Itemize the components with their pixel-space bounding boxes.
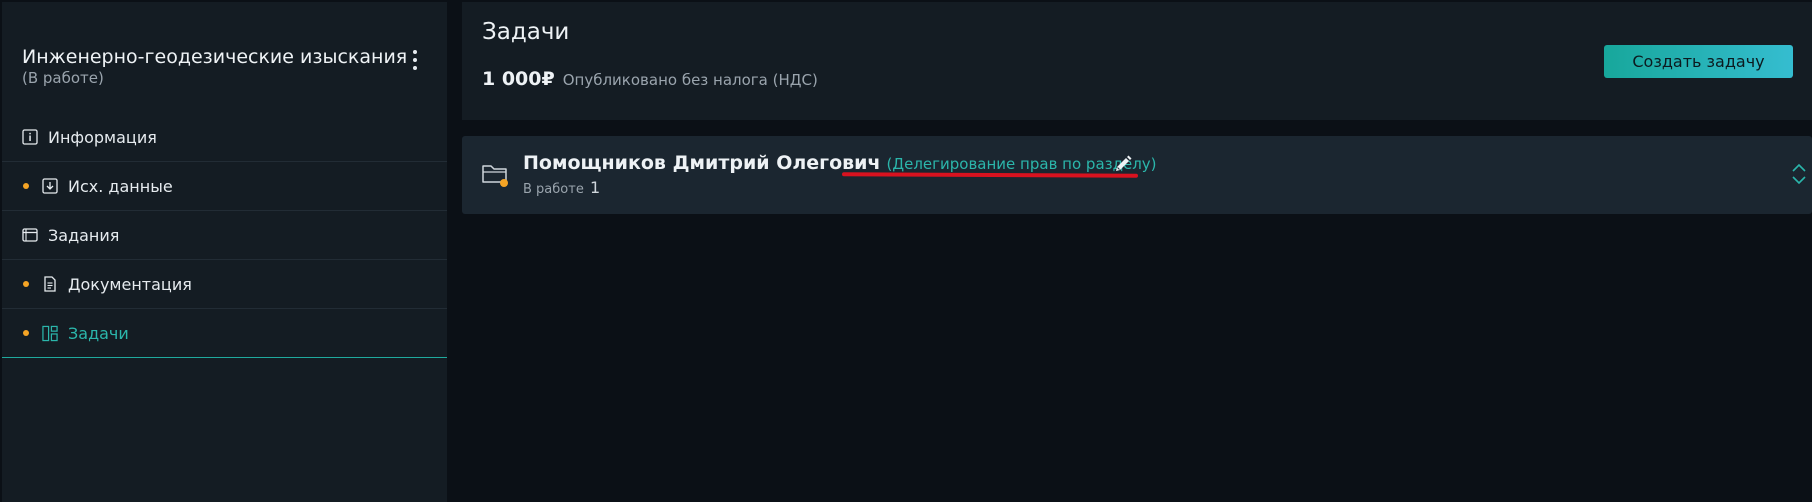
info-icon (22, 129, 38, 145)
dashboard-icon (42, 325, 58, 341)
status-dot (500, 179, 508, 187)
window-icon (22, 227, 38, 243)
sidebar-item-info[interactable]: Информация (2, 113, 447, 162)
sidebar-item-label: Информация (48, 127, 157, 147)
sidebar-item-tasks[interactable]: Задачи (2, 309, 447, 358)
sidebar-item-label: Документация (68, 274, 192, 294)
document-icon (42, 276, 58, 292)
project-status: (В работе) (22, 69, 104, 87)
more-menu-icon[interactable] (406, 48, 424, 72)
edit-pencil-icon[interactable] (1113, 154, 1133, 174)
task-title-row: Помощников Дмитрий Олегович (Делегирован… (523, 152, 1157, 174)
sidebar-item-label: Исх. данные (68, 176, 173, 196)
tasks-header: Задачи 1 000₽ Опубликовано без налога (Н… (462, 2, 1812, 120)
status-dot (23, 183, 29, 189)
task-status-count: 1 (589, 178, 601, 197)
sidebar-item-assignments[interactable]: Задания (2, 211, 447, 260)
sidebar-item-label: Задания (48, 225, 120, 245)
price-amount: 1 000₽ (482, 68, 555, 90)
task-status-label: В работе (523, 182, 584, 197)
project-title: Инженерно-геодезические изыскания (22, 46, 408, 68)
status-dot (23, 281, 29, 287)
sidebar-item-label: Задачи (68, 323, 129, 343)
price-block: 1 000₽ Опубликовано без налога (НДС) (482, 68, 818, 90)
page-title: Задачи (482, 19, 570, 45)
assignee-name: Помощников Дмитрий Олегович (523, 152, 881, 174)
sidebar-nav: Информация Исх. данные Задания Документа… (2, 113, 447, 358)
price-note: Опубликовано без налога (НДС) (562, 71, 818, 89)
create-task-button[interactable]: Создать задачу (1604, 45, 1793, 78)
project-header: Инженерно-геодезические изыскания (В раб… (22, 46, 432, 87)
sidebar-item-source-data[interactable]: Исх. данные (2, 162, 447, 211)
status-dot (23, 330, 29, 336)
sidebar-item-documentation[interactable]: Документация (2, 260, 447, 309)
task-status: В работе 1 (523, 178, 600, 197)
sidebar: Инженерно-геодезические изыскания (В раб… (2, 2, 447, 502)
expand-collapse-icon[interactable] (1791, 163, 1807, 185)
download-icon (42, 178, 58, 194)
